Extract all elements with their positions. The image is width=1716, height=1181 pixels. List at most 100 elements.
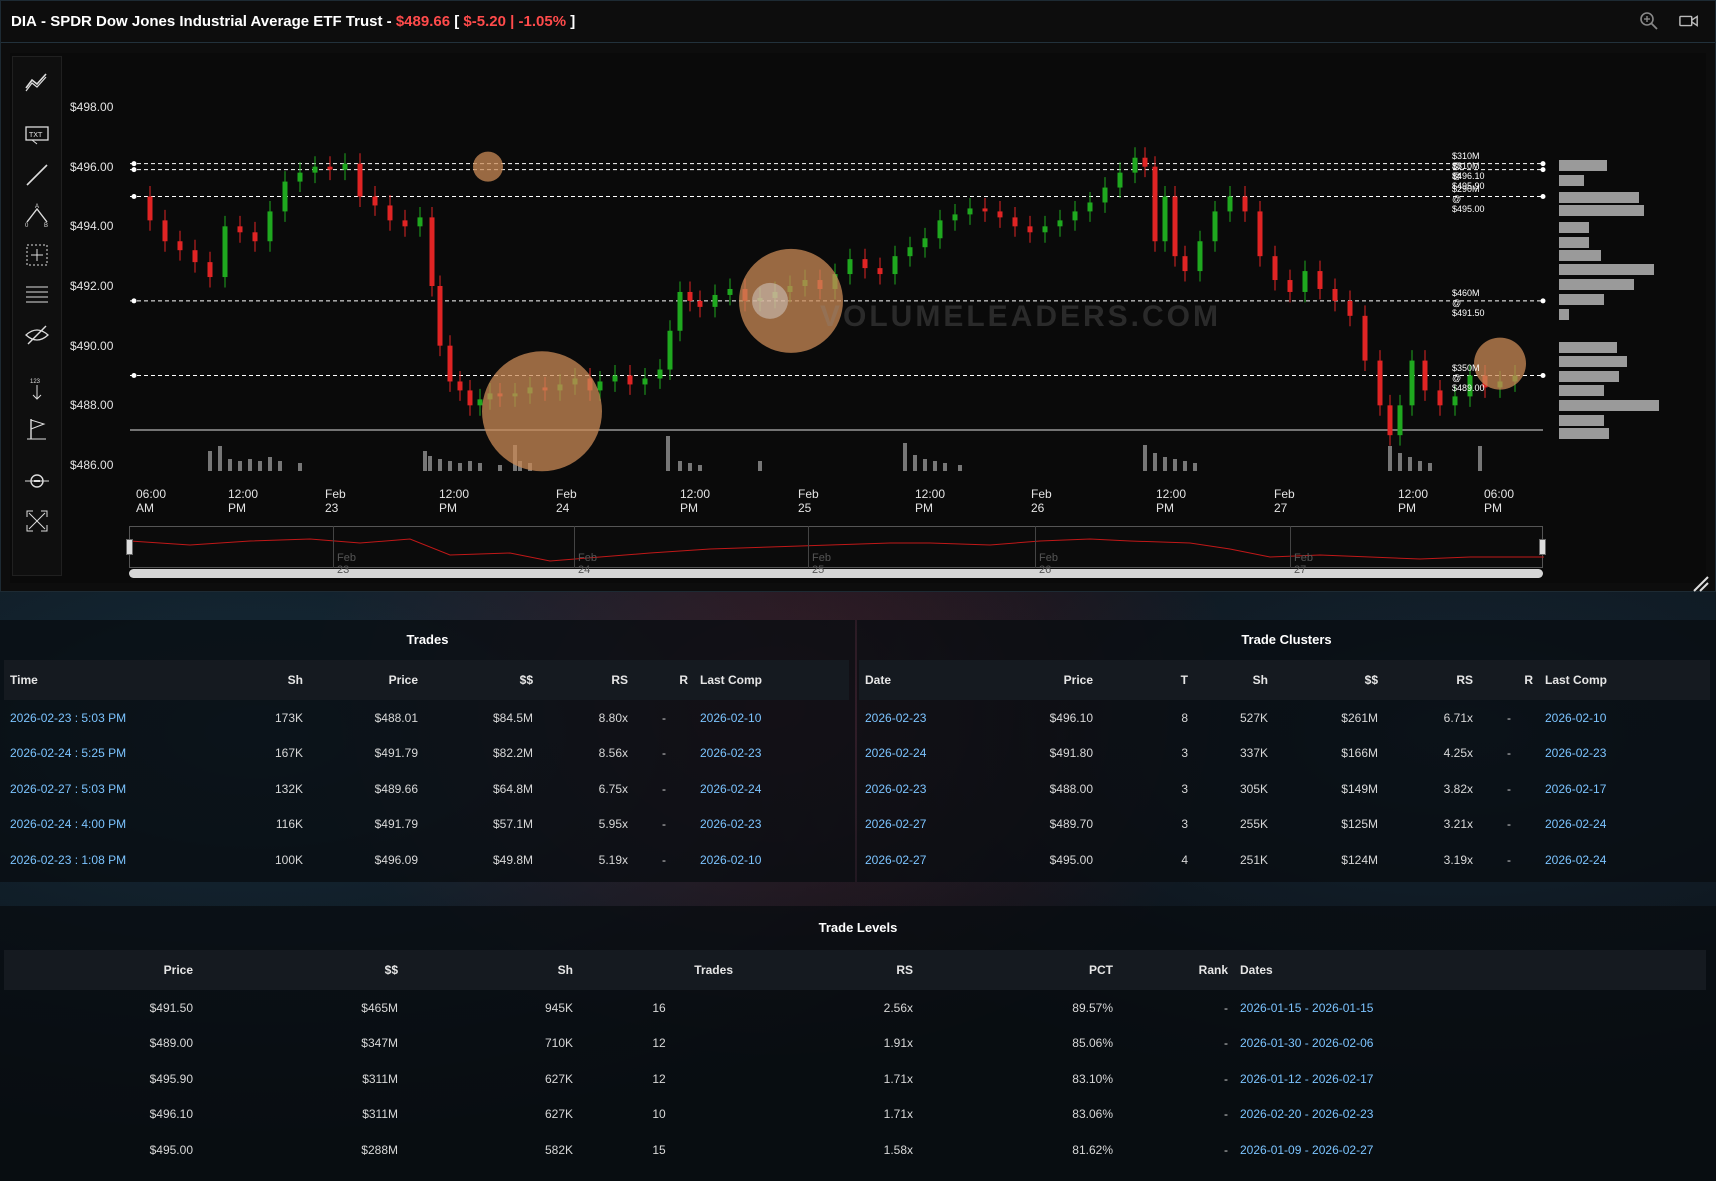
table-cell[interactable]: 2026-02-24 — [859, 736, 954, 772]
table-row[interactable]: $489.00 $347M 710K 12 1.91x 85.06% -2026-01-30… — [4, 1026, 1706, 1062]
candle-body — [1172, 196, 1178, 257]
column-header[interactable]: Price — [954, 660, 1099, 700]
table-row[interactable]: 2026-02-23 $496.10 8 527K $261M 6.71x - 2026-02… — [859, 700, 1710, 736]
table-cell[interactable]: 2026-02-24 — [1539, 807, 1710, 843]
table-cell[interactable]: 2026-02-24 — [1539, 842, 1710, 878]
table-row[interactable]: 2026-02-24 $491.80 3 337K $166M 4.25x - 2026-02… — [859, 736, 1710, 772]
volume-bar — [903, 443, 907, 471]
table-cell[interactable]: 2026-02-20 - 2026-02-23 — [1234, 1097, 1706, 1133]
volume-bar — [228, 459, 232, 471]
volume-bar — [448, 461, 452, 471]
navigator-label: Feb 25 — [812, 552, 831, 576]
table-row[interactable]: 2026-02-27 $495.00 4 251K $124M 3.19x - 2026-02… — [859, 842, 1710, 878]
level-dot — [1540, 167, 1546, 173]
column-header[interactable]: Price — [309, 660, 424, 700]
table-cell[interactable]: 2026-02-23 — [694, 736, 849, 772]
table-row[interactable]: 2026-02-23 : 1:08 PM 100K $496.09 $49.8M 5.1… — [4, 842, 849, 878]
table-cell[interactable]: 2026-02-23 — [1539, 736, 1710, 772]
table-cell: $491.50 — [149, 1000, 193, 1015]
table-cell[interactable]: 2026-02-27 : 5:03 PM — [4, 771, 224, 807]
table-cell[interactable]: 2026-01-15 - 2026-01-15 — [1234, 990, 1706, 1026]
table-cell[interactable]: 2026-02-24 : 4:00 PM — [4, 807, 224, 843]
table-cell[interactable]: 2026-01-12 - 2026-02-17 — [1234, 1061, 1706, 1097]
table-cell[interactable]: 2026-02-24 : 5:25 PM — [4, 736, 224, 772]
table-row[interactable]: 2026-02-27 $489.70 3 255K $125M 3.21x - 2026-02… — [859, 807, 1710, 843]
table-cell[interactable]: 2026-02-23 — [859, 771, 954, 807]
table-cell: - — [1224, 1036, 1228, 1051]
table-cell[interactable]: 2026-01-09 - 2026-02-27 — [1234, 1132, 1706, 1168]
table-cell[interactable]: 2026-02-27 — [859, 807, 954, 843]
table-cell[interactable]: 2026-02-10 — [694, 700, 849, 736]
column-header[interactable]: RS — [1384, 660, 1479, 700]
column-header[interactable]: R — [1479, 660, 1539, 700]
navigator-handle-left[interactable] — [126, 539, 133, 555]
column-header[interactable]: Sh — [224, 660, 309, 700]
level-dot — [1540, 373, 1546, 378]
table-cell[interactable]: 2026-02-23 : 5:03 PM — [4, 700, 224, 736]
column-header[interactable]: Time — [4, 660, 224, 700]
column-header[interactable]: T — [1099, 660, 1194, 700]
table-row[interactable]: $495.00 $288M 582K 15 1.58x 81.62% -2026-01-09… — [4, 1132, 1706, 1168]
table-row[interactable]: 2026-02-27 : 5:03 PM 132K $489.66 $64.8M 6.7… — [4, 771, 849, 807]
x-tick-label: 12:00 PM — [1156, 487, 1187, 515]
column-header[interactable]: RS — [539, 660, 634, 700]
candle-body — [1287, 280, 1293, 292]
x-tick-label: 12:00 PM — [228, 487, 259, 515]
column-header[interactable]: PCT — [919, 950, 1119, 990]
column-header[interactable]: Last Comp — [694, 660, 849, 700]
column-header[interactable]: Trades — [579, 950, 739, 990]
table-cell[interactable]: 2026-02-23 : 1:08 PM — [4, 842, 224, 878]
table-cell: 3.21x — [1443, 817, 1473, 832]
trade-bubble-highlight — [752, 282, 788, 319]
table-cell[interactable]: 2026-02-23 — [859, 700, 954, 736]
table-cell[interactable]: 2026-02-10 — [694, 842, 849, 878]
column-header[interactable]: $$ — [1274, 660, 1384, 700]
column-header[interactable]: Date — [859, 660, 954, 700]
candle-body — [1212, 211, 1218, 242]
x-tick-label: 12:00 PM — [915, 487, 946, 515]
candle-body — [437, 286, 443, 346]
column-header[interactable]: Sh — [1194, 660, 1274, 700]
table-row[interactable]: 2026-02-23 : 5:03 PM 173K $488.01 $84.5M 8.8… — [4, 700, 849, 736]
table-cell: $124M — [1341, 852, 1378, 867]
table-row[interactable]: $495.90 $311M 627K 12 1.71x 83.10% -2026-01-12… — [4, 1061, 1706, 1097]
table-row[interactable]: 2026-02-24 : 5:25 PM 167K $491.79 $82.2M 8.5… — [4, 736, 849, 772]
column-header[interactable]: $$ — [424, 660, 539, 700]
column-header[interactable]: Dates — [1234, 950, 1706, 990]
resize-icon[interactable] — [1690, 573, 1710, 593]
table-cell[interactable]: 2026-02-27 — [859, 842, 954, 878]
table-cell[interactable]: 2026-02-10 — [1539, 700, 1710, 736]
table-cell: 710K — [544, 1036, 573, 1051]
candle-body — [877, 268, 883, 275]
table-cell[interactable]: 2026-02-23 — [694, 807, 849, 843]
column-header[interactable]: Last Comp — [1539, 660, 1710, 700]
volume-bar — [1478, 446, 1482, 471]
volume-profile-bar — [1559, 428, 1609, 439]
candle-body — [677, 291, 683, 331]
navigator-handle-right[interactable] — [1539, 539, 1546, 555]
trades-table: Time Sh Price $$ RS R Last Comp 2026-02-23 : 5:… — [4, 660, 849, 878]
table-cell: 582K — [544, 1142, 573, 1157]
table-row[interactable]: 2026-02-24 : 4:00 PM 116K $491.79 $57.1M 5.9… — [4, 807, 849, 843]
candle-body — [357, 163, 363, 197]
column-header[interactable]: Rank — [1119, 950, 1234, 990]
table-row[interactable]: $496.10 $311M 627K 10 1.71x 83.06% -2026-02-20… — [4, 1097, 1706, 1133]
column-header[interactable]: R — [634, 660, 694, 700]
candle-body — [727, 288, 733, 295]
table-cell: 4.25x — [1443, 746, 1473, 761]
column-header[interactable]: $$ — [199, 950, 404, 990]
table-row[interactable]: 2026-02-23 $488.00 3 305K $149M 3.82x - 2026-02… — [859, 771, 1710, 807]
level-dot — [1540, 194, 1546, 199]
column-header[interactable]: Price — [4, 950, 199, 990]
candle-body — [342, 163, 348, 170]
candle-body — [222, 226, 228, 278]
candle-body — [192, 250, 198, 263]
volume-profile-bar — [1559, 160, 1607, 171]
table-cell[interactable]: 2026-02-17 — [1539, 771, 1710, 807]
table-cell[interactable]: 2026-01-30 - 2026-02-06 — [1234, 1026, 1706, 1062]
column-header[interactable]: Sh — [404, 950, 579, 990]
table-row[interactable]: $491.50 $465M 945K 16 2.56x 89.57% -2026-01-15… — [4, 990, 1706, 1026]
volume-profile-bar — [1559, 175, 1584, 186]
table-cell[interactable]: 2026-02-24 — [694, 771, 849, 807]
column-header[interactable]: RS — [739, 950, 919, 990]
